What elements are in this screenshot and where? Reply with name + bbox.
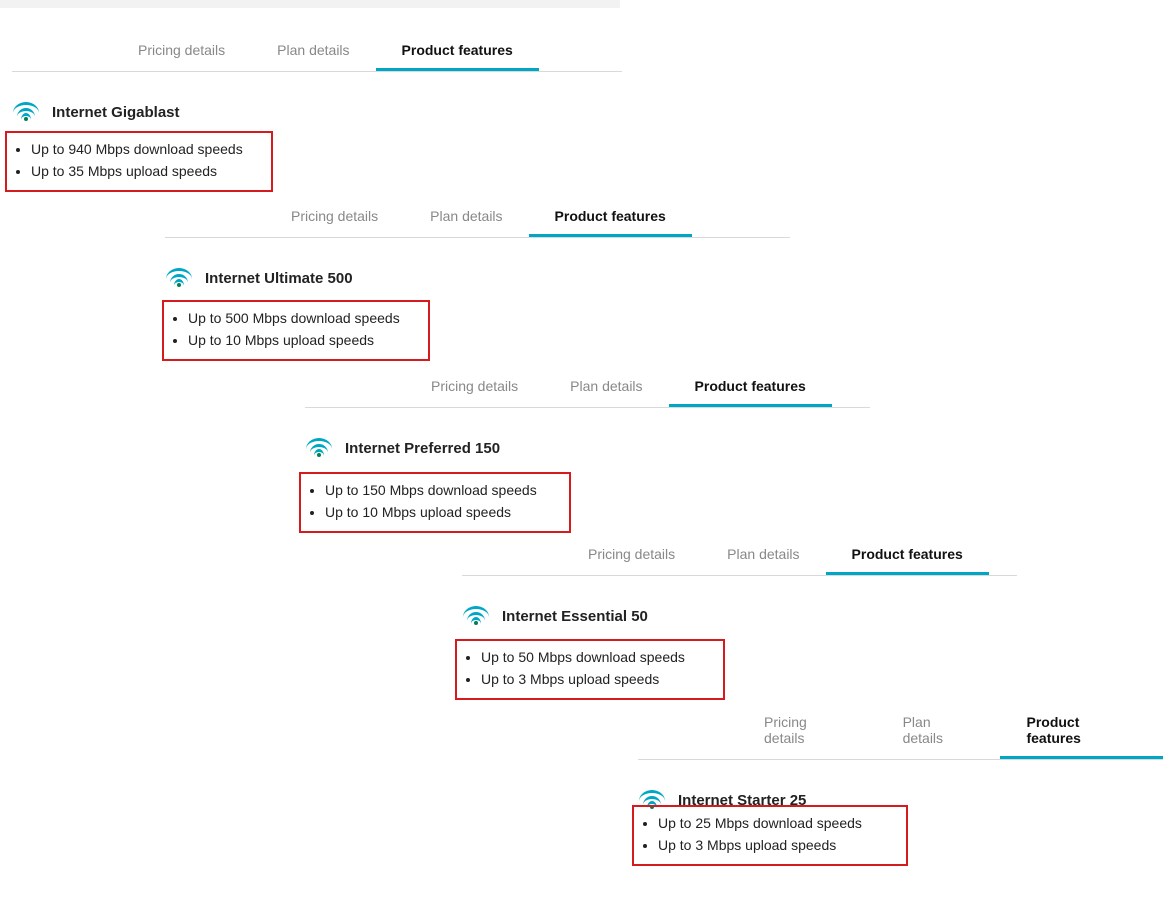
tab-plan-details[interactable]: Plan details bbox=[544, 370, 668, 407]
tabs-preferred: Pricing details Plan details Product fea… bbox=[305, 370, 870, 408]
tab-product-features[interactable]: Product features bbox=[1000, 706, 1163, 759]
tab-plan-details[interactable]: Plan details bbox=[251, 34, 375, 71]
tab-product-features[interactable]: Product features bbox=[826, 538, 989, 575]
tabs-starter: Pricing details Plan details Product fea… bbox=[638, 706, 1163, 760]
tab-pricing-details[interactable]: Pricing details bbox=[265, 200, 404, 237]
feature-item: Up to 10 Mbps upload speeds bbox=[325, 502, 559, 524]
plan-title-essential: Internet Essential 50 bbox=[502, 608, 648, 625]
feature-item: Up to 500 Mbps download speeds bbox=[188, 308, 418, 330]
top-grey-bar bbox=[0, 0, 620, 8]
features-essential: Up to 50 Mbps download speeds Up to 3 Mb… bbox=[463, 647, 713, 690]
plan-title-ultimate: Internet Ultimate 500 bbox=[205, 270, 353, 287]
features-preferred: Up to 150 Mbps download speeds Up to 10 … bbox=[307, 480, 559, 523]
feature-item: Up to 10 Mbps upload speeds bbox=[188, 330, 418, 352]
tab-product-features[interactable]: Product features bbox=[669, 370, 832, 407]
tabs-essential: Pricing details Plan details Product fea… bbox=[462, 538, 1017, 576]
plan-title-gigablast: Internet Gigablast bbox=[52, 104, 180, 121]
wifi-icon bbox=[305, 438, 333, 458]
tab-plan-details[interactable]: Plan details bbox=[701, 538, 825, 575]
feature-item: Up to 150 Mbps download speeds bbox=[325, 480, 559, 502]
wifi-icon bbox=[165, 268, 193, 288]
feature-item: Up to 3 Mbps upload speeds bbox=[481, 669, 713, 691]
tab-plan-details[interactable]: Plan details bbox=[404, 200, 528, 237]
feature-item: Up to 35 Mbps upload speeds bbox=[31, 161, 261, 183]
tab-pricing-details[interactable]: Pricing details bbox=[112, 34, 251, 71]
feature-item: Up to 50 Mbps download speeds bbox=[481, 647, 713, 669]
tab-pricing-details[interactable]: Pricing details bbox=[562, 538, 701, 575]
tab-pricing-details[interactable]: Pricing details bbox=[738, 706, 877, 759]
tab-product-features[interactable]: Product features bbox=[529, 200, 692, 237]
features-gigablast: Up to 940 Mbps download speeds Up to 35 … bbox=[13, 139, 261, 182]
wifi-icon bbox=[462, 606, 490, 626]
feature-item: Up to 3 Mbps upload speeds bbox=[658, 835, 896, 857]
feature-item: Up to 25 Mbps download speeds bbox=[658, 813, 896, 835]
tabs-ultimate: Pricing details Plan details Product fea… bbox=[165, 200, 790, 238]
tab-product-features[interactable]: Product features bbox=[376, 34, 539, 71]
tab-plan-details[interactable]: Plan details bbox=[877, 706, 1001, 759]
tab-pricing-details[interactable]: Pricing details bbox=[405, 370, 544, 407]
wifi-icon bbox=[12, 102, 40, 122]
tabs-gigablast: Pricing details Plan details Product fea… bbox=[12, 34, 622, 72]
features-starter: Up to 25 Mbps download speeds Up to 3 Mb… bbox=[640, 813, 896, 856]
feature-item: Up to 940 Mbps download speeds bbox=[31, 139, 261, 161]
features-ultimate: Up to 500 Mbps download speeds Up to 10 … bbox=[170, 308, 418, 351]
plan-title-preferred: Internet Preferred 150 bbox=[345, 440, 500, 457]
